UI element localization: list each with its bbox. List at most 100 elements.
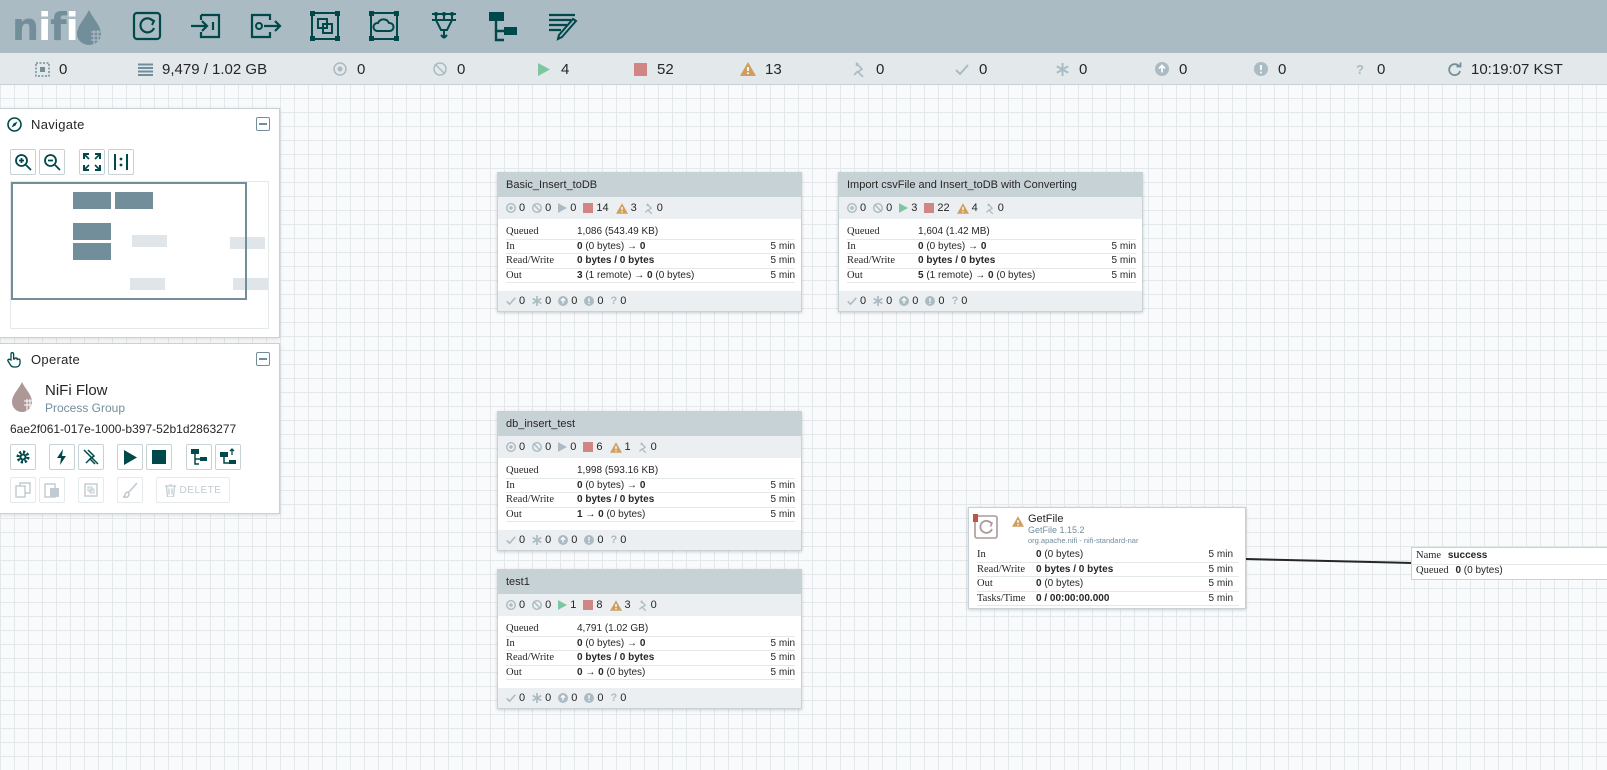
configure-button[interactable] (10, 444, 36, 470)
read-write-label: Read/Write (506, 652, 554, 663)
stopped-count: 14 (596, 202, 609, 214)
out-dest: 0 (647, 269, 653, 281)
invalid-count: 3 (624, 599, 631, 611)
navigate-palette: Navigate (0, 108, 280, 338)
out-row: Out 5 (1 remote) → 0 (0 bytes) 5 min (847, 269, 1136, 283)
locally-modified-count: 0 (545, 295, 552, 307)
in-dest: 0 (980, 240, 987, 252)
in-row: In 0 (0 bytes) → 0 5 min (506, 240, 795, 254)
add-template-button[interactable] (485, 8, 521, 44)
connection-line[interactable] (1246, 555, 1412, 567)
processor-getfile[interactable]: GetFile GetFile 1.15.2 org.apache.nifi -… (968, 507, 1246, 609)
tasks-count: 0 / 00:00:00.000 (1036, 592, 1110, 604)
delete-button[interactable]: DELETE (156, 477, 230, 503)
in-value: 0 (0 bytes) (1036, 548, 1083, 562)
question-icon: ? (610, 692, 618, 704)
process-group-import-csv[interactable]: Import csvFile and Insert_toDB with Conv… (838, 172, 1143, 312)
birdseye-viewport[interactable] (11, 182, 247, 300)
connection-label[interactable]: Name success Queued 0 (0 bytes) (1411, 547, 1607, 580)
invalid-count: 3 (630, 202, 637, 214)
out-arrow: → (585, 508, 596, 520)
add-funnel-button[interactable] (426, 8, 462, 44)
disable-button[interactable] (78, 444, 104, 470)
in-count: 0 (577, 637, 583, 649)
out-dest: 0 (598, 508, 604, 520)
processor-read-write-row: Read/Write 0 bytes / 0 bytes 5 min (977, 563, 1239, 577)
paintbrush-icon (122, 482, 138, 498)
operate-collapse-button[interactable] (256, 352, 270, 366)
read-write-label: Read/Write (977, 563, 1025, 575)
gear-icon (16, 450, 30, 464)
nifi-drop-icon (77, 10, 101, 45)
create-template-button[interactable] (186, 444, 212, 470)
process-group-basic-insert[interactable]: Basic_Insert_toDB 0 0 0 14 3 0 Queued 1,… (497, 172, 802, 312)
read-write-bytes: 0 bytes / 0 bytes (918, 255, 996, 266)
locally-modified-stale-stat: 0 (584, 295, 604, 307)
remote-process-group-icon (369, 11, 399, 41)
queued-size: (1.02 GB) (604, 623, 649, 634)
running-count: 0 (570, 202, 577, 214)
locally-modified-stale-stat: 0 (584, 692, 604, 704)
refresh-icon[interactable] (1446, 61, 1462, 77)
out-size: (0 bytes) (606, 508, 646, 520)
upload-template-button[interactable] (215, 444, 241, 470)
enable-button[interactable] (49, 444, 75, 470)
compass-icon (7, 117, 22, 137)
process-group-stats: 0 0 0 6 1 0 (498, 436, 801, 458)
play-icon (899, 203, 909, 213)
group-button[interactable] (78, 477, 104, 503)
refresh-status[interactable]: 10:19:07 KST (1446, 53, 1563, 85)
transmitting-icon (506, 600, 516, 610)
in-time: 5 min (1111, 240, 1136, 252)
disabled-icon (851, 61, 867, 77)
out-label: Out (506, 269, 522, 281)
add-label-button[interactable] (545, 8, 581, 44)
navigate-collapse-button[interactable] (256, 117, 270, 131)
fit-icon (83, 153, 101, 171)
fit-button[interactable] (79, 149, 105, 175)
add-process-group-button[interactable] (307, 8, 343, 44)
birdseye-view[interactable] (10, 181, 269, 329)
zoom-in-button[interactable] (10, 149, 36, 175)
stale-count: 0 (571, 295, 578, 307)
actual-size-button[interactable] (108, 149, 134, 175)
queued-size: (593.16 KB) (604, 465, 659, 476)
zoom-out-button[interactable] (39, 149, 65, 175)
running-stat: 3 (899, 202, 917, 214)
stop-icon (583, 600, 594, 610)
in-arrow: → (627, 240, 638, 252)
process-group-test1[interactable]: test1 0 0 1 8 3 0 Queued 4,791 (1.02 GB)… (497, 569, 802, 709)
process-group-version-stats: 0 0 0 0 ? 0 (498, 530, 801, 550)
warning-icon (956, 202, 969, 214)
disabled-stat: 0 (638, 441, 657, 453)
locally-modified-stale-stat: 0 (584, 534, 604, 546)
transmitting-stat: 0 (506, 441, 525, 453)
hand-pointer-icon (7, 352, 22, 373)
processor-name: GetFile (1028, 513, 1064, 525)
queued-label: Queued (847, 226, 880, 237)
add-input-port-button[interactable] (188, 8, 224, 44)
copy-button[interactable] (10, 477, 36, 503)
read-write-bytes: 0 bytes / 0 bytes (577, 652, 655, 663)
paste-button[interactable] (39, 477, 65, 503)
output-port-icon (250, 13, 282, 39)
not-transmitting-count: 0 (545, 599, 552, 611)
add-processor-button[interactable] (129, 8, 165, 44)
selection-type: Process Group (45, 401, 126, 415)
queued-status: 9,479 / 1.02 GB (137, 53, 267, 85)
disabled-icon (644, 202, 653, 214)
stop-button[interactable] (146, 444, 172, 470)
sync-failure-stat: ? 0 (611, 534, 627, 546)
locally-modified-count: 0 (545, 692, 552, 704)
change-color-button[interactable] (117, 477, 143, 503)
add-output-port-button[interactable] (247, 8, 283, 44)
process-group-db-insert-test[interactable]: db_insert_test 0 0 0 6 1 0 Queued 1,998 … (497, 411, 802, 551)
transmitting-icon (506, 442, 516, 452)
stale-stat: 0 (899, 295, 918, 307)
transmitting-count: 0 (519, 441, 526, 453)
add-remote-process-group-button[interactable] (366, 8, 402, 44)
start-button[interactable] (117, 444, 143, 470)
connection-queued-label: Queued (1416, 565, 1449, 576)
processor-warning-icon[interactable] (1012, 516, 1024, 530)
not-transmitting-count: 0 (545, 202, 552, 214)
